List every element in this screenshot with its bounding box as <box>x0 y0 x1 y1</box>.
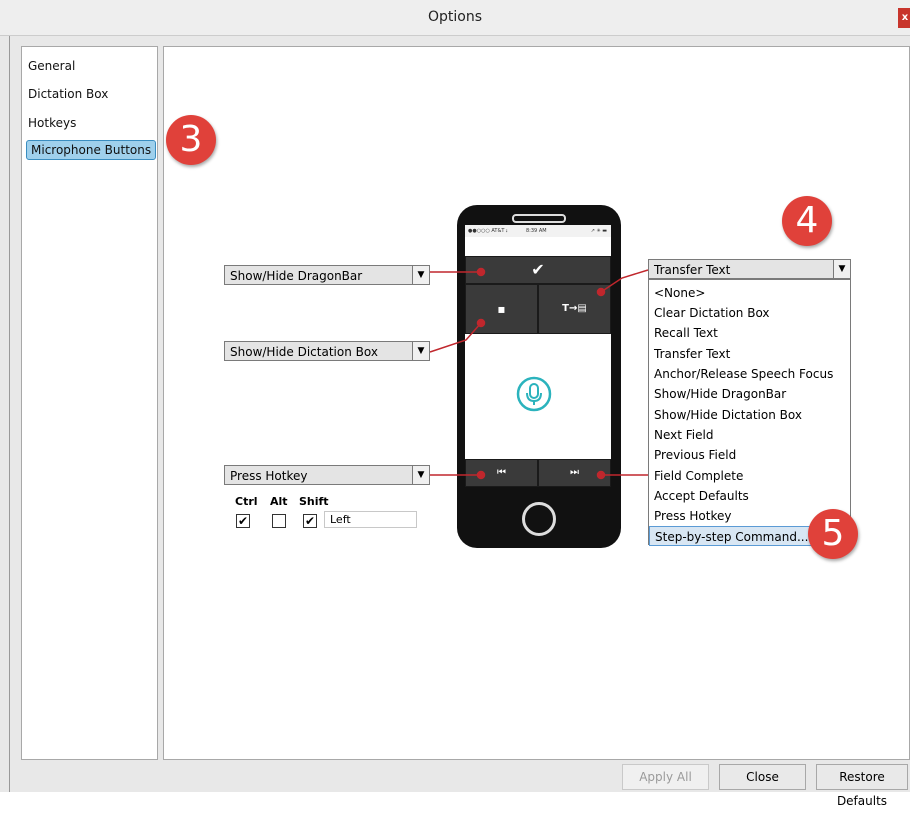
chevron-down-icon[interactable]: ▼ <box>412 466 429 484</box>
dropdown-option[interactable]: Show/Hide Dictation Box <box>649 405 850 425</box>
chevron-down-icon[interactable]: ▼ <box>833 260 850 278</box>
transfer-button-action-dropdown[interactable]: Transfer Text ▼ <box>648 259 851 279</box>
step-badge-4: 4 <box>782 196 832 246</box>
dropdown-value: Show/Hide Dictation Box <box>230 345 378 359</box>
chevron-down-icon[interactable]: ▼ <box>412 266 429 284</box>
close-button[interactable]: Close <box>719 764 806 790</box>
alt-label: Alt <box>270 495 288 508</box>
dropdown-option[interactable]: Clear Dictation Box <box>649 303 850 323</box>
dropdown-option[interactable]: Field Complete <box>649 466 850 486</box>
ctrl-checkbox[interactable]: ✔ <box>236 514 250 528</box>
dropdown-value: Transfer Text <box>654 263 731 277</box>
dropdown-option[interactable]: Previous Field <box>649 445 850 465</box>
dropdown-option[interactable]: Anchor/Release Speech Focus <box>649 364 850 384</box>
dropdown-option[interactable]: Accept Defaults <box>649 486 850 506</box>
restore-defaults-button[interactable]: Restore Defaults <box>816 764 908 808</box>
dropdown-option[interactable]: Recall Text <box>649 323 850 343</box>
shift-label: Shift <box>299 495 329 508</box>
dropdown-option[interactable]: Next Field <box>649 425 850 445</box>
top-button-action-dropdown[interactable]: Show/Hide DragonBar ▼ <box>224 265 430 285</box>
options-window: Options x General Dictation Box Hotkeys … <box>0 0 910 808</box>
dropdown-value: Show/Hide DragonBar <box>230 269 363 283</box>
previous-button-action-dropdown[interactable]: Press Hotkey ▼ <box>224 465 430 485</box>
dropdown-option[interactable]: Show/Hide DragonBar <box>649 384 850 404</box>
hotkey-key-field[interactable]: Left <box>324 511 417 528</box>
step-badge-3: 3 <box>166 115 216 165</box>
apply-all-button[interactable]: Apply All <box>622 764 709 790</box>
step-badge-5: 5 <box>808 509 858 559</box>
alt-checkbox[interactable] <box>272 514 286 528</box>
dropdown-option[interactable]: <None> <box>649 283 850 303</box>
dropdown-option[interactable]: Transfer Text <box>649 344 850 364</box>
dropdown-options-list: <None> Clear Dictation Box Recall Text T… <box>648 279 851 546</box>
ctrl-label: Ctrl <box>235 495 258 508</box>
shift-checkbox[interactable]: ✔ <box>303 514 317 528</box>
chevron-down-icon[interactable]: ▼ <box>412 342 429 360</box>
dropdown-value: Press Hotkey <box>230 469 308 483</box>
message-button-action-dropdown[interactable]: Show/Hide Dictation Box ▼ <box>224 341 430 361</box>
